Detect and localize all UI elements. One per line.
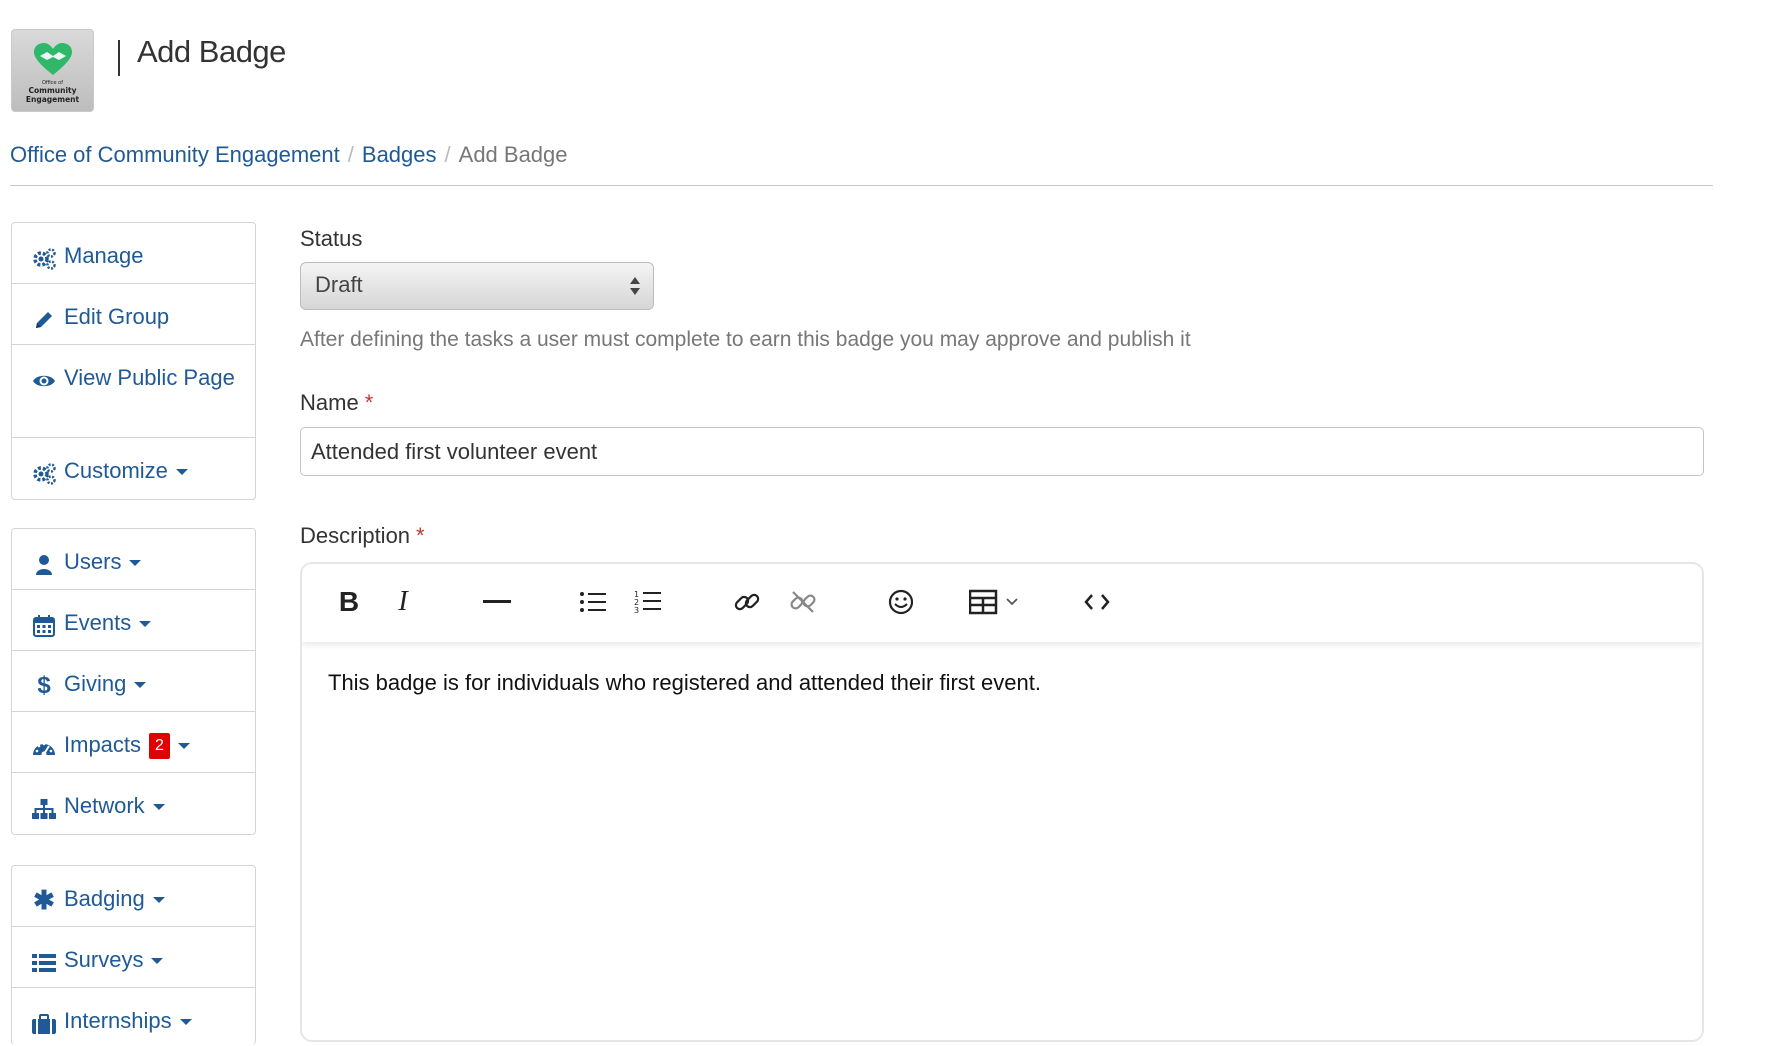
sidebar-item-label: Users [64,549,122,574]
sidebar-group-tools: ✱ Badging Surveys Internships [11,865,256,1045]
cogs-icon [32,241,56,274]
sidebar-item-label: Manage [64,243,144,268]
required-mark: * [416,523,425,548]
calendar-icon [32,608,56,641]
sidebar-group-engagement: Users Events $ Giving Impacts 2 Network [11,528,256,835]
name-input[interactable] [300,427,1704,476]
name-label: Name * [300,390,373,416]
description-label-text: Description [300,523,411,548]
chevron-down-icon [152,804,165,811]
sidebar-item-label: Impacts [64,732,142,757]
pencil-icon [32,302,56,335]
sidebar-item-giving[interactable]: $ Giving [12,651,255,712]
name-label-text: Name [300,390,359,415]
heart-icon [34,43,72,75]
status-label: Status [300,226,363,251]
briefcase-icon [32,1006,56,1039]
sitemap-icon [32,791,56,824]
sidebar-item-users[interactable]: Users [12,529,255,590]
bullet-list-icon[interactable] [578,584,608,620]
asterisk-icon: ✱ [33,884,55,915]
sidebar-item-label: Network [64,793,145,818]
sidebar-item-events[interactable]: Events [12,590,255,651]
divider [10,185,1713,186]
dollar-icon: $ [37,671,51,699]
breadcrumb-link-badges[interactable]: Badges [362,142,437,167]
sidebar-item-label: Badging [64,886,145,911]
list-icon [32,945,56,978]
page: Office of Community Engagement Add Badge… [0,0,1771,1045]
sidebar-item-badging[interactable]: ✱ Badging [12,866,255,927]
breadcrumb-separator: / [347,142,354,167]
unlink-icon[interactable] [788,584,818,620]
chevron-down-icon [152,897,165,904]
title-separator [118,40,120,76]
sidebar-item-edit-group[interactable]: Edit Group [12,284,255,345]
sidebar-group-admin: Manage Edit Group View Public Page Custo… [11,222,256,500]
description-label: Description * [300,523,425,549]
sidebar-item-network[interactable]: Network [12,773,255,834]
sidebar-item-surveys[interactable]: Surveys [12,927,255,988]
chevron-down-icon [134,682,147,689]
logo-line2: Community [28,86,77,95]
select-arrows-icon [630,277,640,295]
bold-icon[interactable]: B [336,584,362,620]
status-help-text: After defining the tasks a user must com… [300,328,1191,351]
breadcrumb-current: Add Badge [458,142,568,167]
user-icon [32,547,56,580]
group-logo[interactable]: Office of Community Engagement [11,29,94,112]
chevron-down-icon [175,469,188,476]
link-icon[interactable] [732,584,762,620]
eye-icon [32,363,56,396]
status-select[interactable]: Draft [300,262,654,310]
italic-icon[interactable]: I [392,584,414,620]
page-title: Add Badge [137,34,286,69]
chevron-down-icon [129,560,142,567]
status-select-value: Draft [315,272,363,297]
sidebar-item-internships[interactable]: Internships [12,988,255,1046]
breadcrumb: Office of Community Engagement / Badges / Ad… [10,142,568,168]
sidebar-item-label: Internships [64,1008,172,1033]
chevron-down-icon [179,1019,192,1026]
svg-text:3: 3 [634,606,639,615]
cogs-icon [32,456,56,489]
notification-badge: 2 [149,733,170,760]
logo-line3: Engagement [25,95,80,104]
breadcrumb-link-group[interactable]: Office of Community Engagement [10,142,340,167]
sidebar-item-label: Giving [64,671,127,696]
numbered-list-icon[interactable]: 123 [633,584,663,620]
sidebar-item-impacts[interactable]: Impacts 2 [12,712,255,773]
sidebar-item-label: Events [64,610,132,635]
chevron-down-icon [151,958,164,965]
logo-text: Office of Community Engagement [12,80,93,104]
editor-toolbar: B I 123 [302,564,1702,642]
required-mark: * [364,390,374,415]
chevron-down-icon [139,621,152,628]
sidebar-item-view-public-page[interactable]: View Public Page [12,345,255,438]
editor-content[interactable]: This badge is for individuals who regist… [302,642,1702,724]
description-editor: B I 123 This badge is for individuals wh… [300,562,1704,1042]
table-icon[interactable] [968,584,1024,620]
code-icon[interactable] [1082,584,1112,620]
breadcrumb-separator: / [444,142,451,167]
gauge-icon [32,730,56,763]
sidebar-item-label: Surveys [64,947,144,972]
horizontal-rule-icon[interactable] [482,584,512,620]
emoji-icon[interactable] [886,584,916,620]
sidebar-item-label: View Public Page [64,365,235,390]
sidebar-item-label: Edit Group [64,304,170,329]
sidebar-item-manage[interactable]: Manage [12,223,255,284]
chevron-down-icon [177,743,190,750]
sidebar-item-label: Customize [64,458,168,483]
sidebar-item-customize[interactable]: Customize [12,438,255,499]
